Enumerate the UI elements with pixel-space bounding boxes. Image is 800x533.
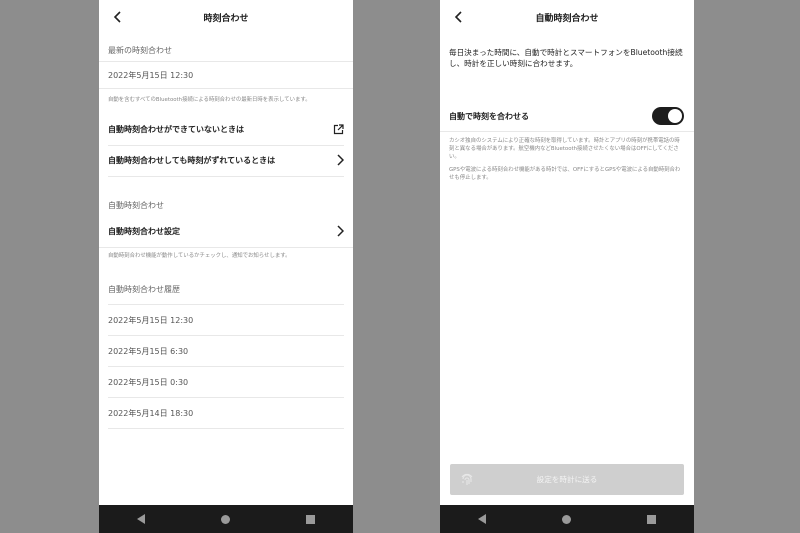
history-item: 2022年5月14日 18:30 xyxy=(108,409,194,418)
divider xyxy=(108,176,344,177)
toggle-knob xyxy=(668,109,682,123)
auto-sync-note-2: GPSや電波による時刻合わせ機能がある時計では、OFFにするとGPSや電波による… xyxy=(449,167,681,181)
back-icon[interactable] xyxy=(109,7,127,27)
auto-sync-note-1: カシオ独自のシステムにより正確な時刻を取得しています。時計とアプリの時刻が携帯電… xyxy=(449,138,680,160)
help-row-time-off[interactable]: 自動時刻合わせしても時刻がずれているときは xyxy=(108,145,345,175)
latest-sync-section-label: 最新の時刻合わせ xyxy=(108,46,172,55)
page-title: 時刻合わせ xyxy=(203,13,249,24)
header: 自動時刻合わせ xyxy=(440,0,694,34)
divider xyxy=(99,61,353,62)
toggle-label: 自動で時刻を合わせる xyxy=(449,111,529,121)
divider xyxy=(440,131,694,132)
divider xyxy=(99,247,353,248)
auto-sync-settings-label: 自動時刻合わせ設定 xyxy=(108,226,180,236)
divider xyxy=(108,304,344,305)
external-link-icon xyxy=(333,120,344,139)
divider xyxy=(108,366,344,367)
auto-sync-settings-row[interactable]: 自動時刻合わせ設定 xyxy=(108,216,345,246)
auto-sync-section-label: 自動時刻合わせ xyxy=(108,201,164,210)
latest-sync-datetime: 2022年5月15日 12:30 xyxy=(108,71,194,80)
android-navbar xyxy=(440,505,694,533)
help-row-label: 自動時刻合わせができていないときは xyxy=(108,124,244,134)
divider xyxy=(108,397,344,398)
divider xyxy=(99,88,353,89)
nav-home-icon[interactable] xyxy=(220,513,232,525)
page-title: 自動時刻合わせ xyxy=(535,13,599,24)
divider xyxy=(108,428,344,429)
nav-home-icon[interactable] xyxy=(561,513,573,525)
history-item: 2022年5月15日 12:30 xyxy=(108,316,194,325)
header: 時刻合わせ xyxy=(99,0,353,34)
history-section-label: 自動時刻合わせ履歴 xyxy=(108,285,180,294)
back-icon[interactable] xyxy=(450,7,468,27)
nav-recents-icon[interactable] xyxy=(305,513,317,525)
auto-sync-note: 自動時刻合わせ機能が動作しているかチェックし、通知でお知らせします。 xyxy=(108,253,291,259)
history-item: 2022年5月15日 6:30 xyxy=(108,347,189,356)
fingerprint-icon xyxy=(460,472,474,486)
auto-sync-toggle[interactable] xyxy=(652,107,684,125)
auto-sync-toggle-row: 自動で時刻を合わせる xyxy=(449,104,684,128)
latest-sync-note: 自動を含むすべてのBluetooth接続による時刻合わせの最新日時を表示していま… xyxy=(108,97,311,103)
send-settings-label: 設定を時計に送る xyxy=(536,475,598,484)
history-item: 2022年5月15日 0:30 xyxy=(108,378,189,387)
time-sync-screen: 時刻合わせ 最新の時刻合わせ 2022年5月15日 12:30 自動を含むすべて… xyxy=(99,0,353,533)
nav-back-icon[interactable] xyxy=(476,513,488,525)
chevron-right-icon xyxy=(336,222,345,241)
auto-time-sync-screen: 自動時刻合わせ 毎日決まった時間に、自動で時計とスマートフォンをBluetoot… xyxy=(440,0,694,533)
nav-back-icon[interactable] xyxy=(135,513,147,525)
divider xyxy=(108,335,344,336)
nav-recents-icon[interactable] xyxy=(646,513,658,525)
send-settings-button[interactable]: 設定を時計に送る xyxy=(450,464,684,495)
chevron-right-icon xyxy=(336,151,345,170)
help-row-not-syncing[interactable]: 自動時刻合わせができていないときは xyxy=(108,114,344,144)
android-navbar xyxy=(99,505,353,533)
help-row-label: 自動時刻合わせしても時刻がずれているときは xyxy=(108,155,276,165)
intro-text: 毎日決まった時間に、自動で時計とスマートフォンをBluetooth接続し、時計を… xyxy=(449,48,683,68)
